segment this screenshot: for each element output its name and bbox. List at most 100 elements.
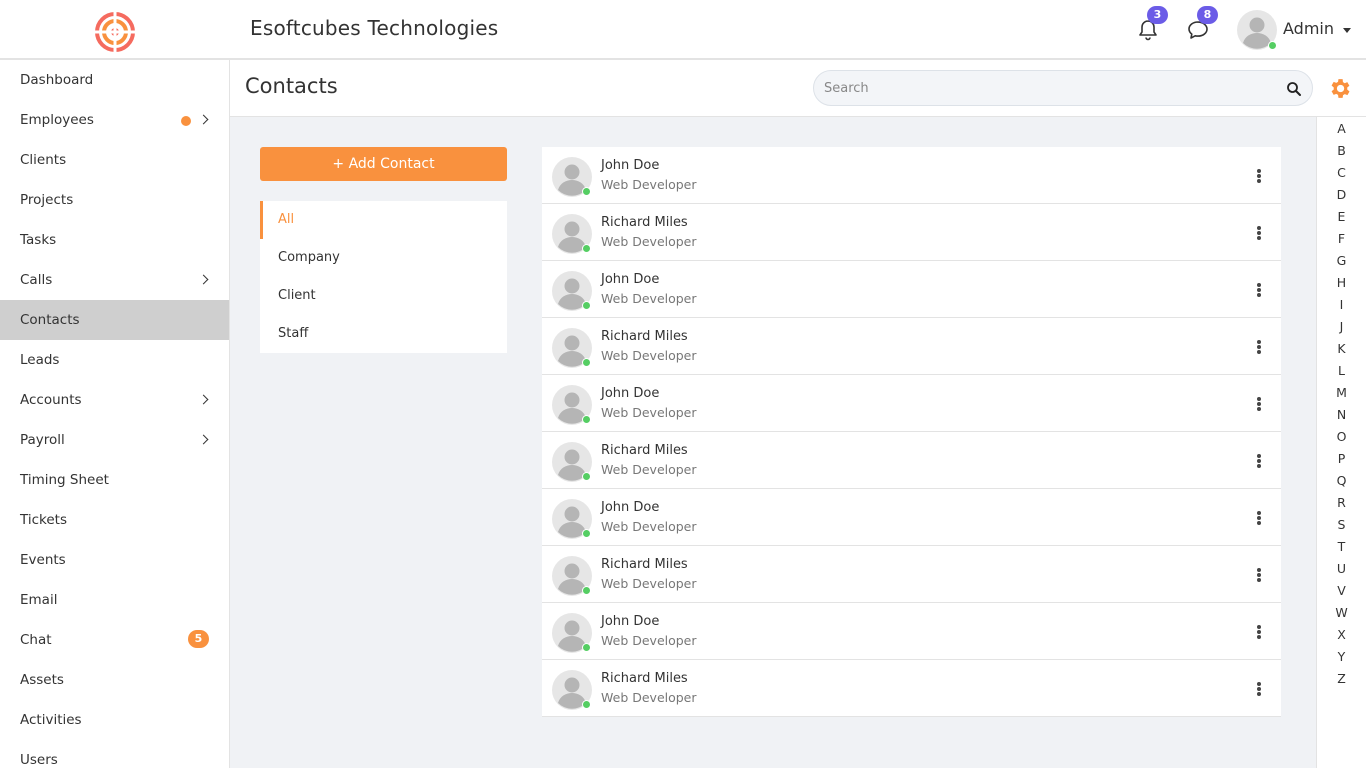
sidebar-item-assets[interactable]: Assets	[0, 660, 229, 700]
sidebar-item-label: Activities	[20, 712, 82, 728]
contact-row[interactable]: Richard Miles Web Developer	[542, 318, 1281, 375]
contact-row[interactable]: Richard Miles Web Developer	[542, 660, 1281, 717]
contact-row[interactable]: John Doe Web Developer	[542, 603, 1281, 660]
alphabet-letter-y[interactable]: Y	[1317, 646, 1366, 668]
sidebar-item-activities[interactable]: Activities	[0, 700, 229, 740]
filter-client[interactable]: Client	[260, 277, 507, 315]
contact-role: Web Developer	[601, 690, 697, 705]
alphabet-letter-h[interactable]: H	[1317, 272, 1366, 294]
sidebar-item-label: Assets	[20, 672, 64, 688]
sidebar-item-contacts[interactable]: Contacts	[0, 300, 229, 340]
alphabet-letter-l[interactable]: L	[1317, 360, 1366, 382]
contact-row[interactable]: Richard Miles Web Developer	[542, 432, 1281, 489]
alphabet-letter-j[interactable]: J	[1317, 316, 1366, 338]
alphabet-letter-g[interactable]: G	[1317, 250, 1366, 272]
alphabet-letter-u[interactable]: U	[1317, 558, 1366, 580]
contact-row[interactable]: Richard Miles Web Developer	[542, 204, 1281, 261]
alphabet-letter-b[interactable]: B	[1317, 140, 1366, 162]
add-contact-button[interactable]: + Add Contact	[260, 147, 507, 181]
filter-all[interactable]: All	[260, 201, 507, 239]
alphabet-letter-a[interactable]: A	[1317, 118, 1366, 140]
alphabet-letter-d[interactable]: D	[1317, 184, 1366, 206]
alphabet-letter-z[interactable]: Z	[1317, 668, 1366, 690]
sidebar-item-label: Clients	[20, 152, 67, 168]
alphabet-letter-p[interactable]: P	[1317, 448, 1366, 470]
sidebar-item-tasks[interactable]: Tasks	[0, 220, 229, 260]
gear-icon[interactable]	[1327, 76, 1352, 101]
sidebar-item-accounts[interactable]: Accounts	[0, 380, 229, 420]
alphabet-letter-v[interactable]: V	[1317, 580, 1366, 602]
company-name: Esoftcubes Technologies	[250, 16, 499, 40]
more-vertical-icon[interactable]	[1254, 283, 1264, 301]
sidebar-item-projects[interactable]: Projects	[0, 180, 229, 220]
company-logo[interactable]	[94, 11, 136, 53]
contact-role: Web Developer	[601, 177, 697, 192]
contact-name: John Doe	[601, 158, 660, 173]
sidebar-item-payroll[interactable]: Payroll	[0, 420, 229, 460]
contact-row[interactable]: John Doe Web Developer	[542, 375, 1281, 432]
sidebar-item-users[interactable]: Users	[0, 740, 229, 768]
sidebar-item-label: Payroll	[20, 432, 65, 448]
sidebar-item-employees[interactable]: Employees	[0, 100, 229, 140]
sidebar-item-chat[interactable]: Chat 5	[0, 620, 229, 660]
contact-name: Richard Miles	[601, 671, 688, 686]
more-vertical-icon[interactable]	[1254, 454, 1264, 472]
contact-row[interactable]: John Doe Web Developer	[542, 147, 1281, 204]
sidebar-item-clients[interactable]: Clients	[0, 140, 229, 180]
contact-filter-list: All Company Client Staff	[260, 201, 507, 353]
sidebar-item-label: Email	[20, 592, 58, 608]
alphabet-letter-c[interactable]: C	[1317, 162, 1366, 184]
sidebar-item-label: Calls	[20, 272, 53, 288]
contact-row[interactable]: Richard Miles Web Developer	[542, 546, 1281, 603]
notifications-button[interactable]: 3	[1136, 6, 1168, 42]
sidebar-item-label: Accounts	[20, 392, 82, 408]
alphabet-letter-f[interactable]: F	[1317, 228, 1366, 250]
sidebar: Dashboard Employees Clients Projects Tasks Ca…	[0, 60, 230, 768]
contact-role: Web Developer	[601, 234, 697, 249]
contact-name: John Doe	[601, 272, 660, 287]
alphabet-letter-e[interactable]: E	[1317, 206, 1366, 228]
alphabet-letter-x[interactable]: X	[1317, 624, 1366, 646]
sidebar-item-label: Projects	[20, 192, 74, 208]
more-vertical-icon[interactable]	[1254, 397, 1264, 415]
sidebar-item-events[interactable]: Events	[0, 540, 229, 580]
sidebar-item-tickets[interactable]: Tickets	[0, 500, 229, 540]
user-menu[interactable]: Admin	[1237, 10, 1357, 50]
sidebar-item-leads[interactable]: Leads	[0, 340, 229, 380]
search-input[interactable]	[824, 71, 1284, 105]
alphabet-letter-r[interactable]: R	[1317, 492, 1366, 514]
alphabet-letter-q[interactable]: Q	[1317, 470, 1366, 492]
messages-badge: 8	[1197, 6, 1218, 24]
contact-name: Richard Miles	[601, 443, 688, 458]
alphabet-letter-m[interactable]: M	[1317, 382, 1366, 404]
sidebar-item-timing-sheet[interactable]: Timing Sheet	[0, 460, 229, 500]
online-indicator	[582, 700, 591, 709]
alphabet-letter-s[interactable]: S	[1317, 514, 1366, 536]
more-vertical-icon[interactable]	[1254, 625, 1264, 643]
more-vertical-icon[interactable]	[1254, 568, 1264, 586]
contact-name: Richard Miles	[601, 329, 688, 344]
sidebar-item-dashboard[interactable]: Dashboard	[0, 60, 229, 100]
sidebar-item-calls[interactable]: Calls	[0, 260, 229, 300]
more-vertical-icon[interactable]	[1254, 226, 1264, 244]
sidebar-item-email[interactable]: Email	[0, 580, 229, 620]
contact-row[interactable]: John Doe Web Developer	[542, 261, 1281, 318]
page-title: Contacts	[245, 74, 338, 98]
alphabet-letter-w[interactable]: W	[1317, 602, 1366, 624]
more-vertical-icon[interactable]	[1254, 511, 1264, 529]
alphabet-letter-i[interactable]: I	[1317, 294, 1366, 316]
alphabet-letter-n[interactable]: N	[1317, 404, 1366, 426]
filter-company[interactable]: Company	[260, 239, 507, 277]
more-vertical-icon[interactable]	[1254, 682, 1264, 700]
contact-role: Web Developer	[601, 519, 697, 534]
more-vertical-icon[interactable]	[1254, 169, 1264, 187]
contact-row[interactable]: John Doe Web Developer	[542, 489, 1281, 546]
more-vertical-icon[interactable]	[1254, 340, 1264, 358]
alphabet-letter-o[interactable]: O	[1317, 426, 1366, 448]
sidebar-item-label: Tickets	[20, 512, 67, 528]
filter-staff[interactable]: Staff	[260, 315, 507, 353]
alphabet-letter-t[interactable]: T	[1317, 536, 1366, 558]
messages-button[interactable]: 8	[1186, 6, 1218, 42]
alphabet-letter-k[interactable]: K	[1317, 338, 1366, 360]
search-icon[interactable]	[1286, 81, 1302, 97]
